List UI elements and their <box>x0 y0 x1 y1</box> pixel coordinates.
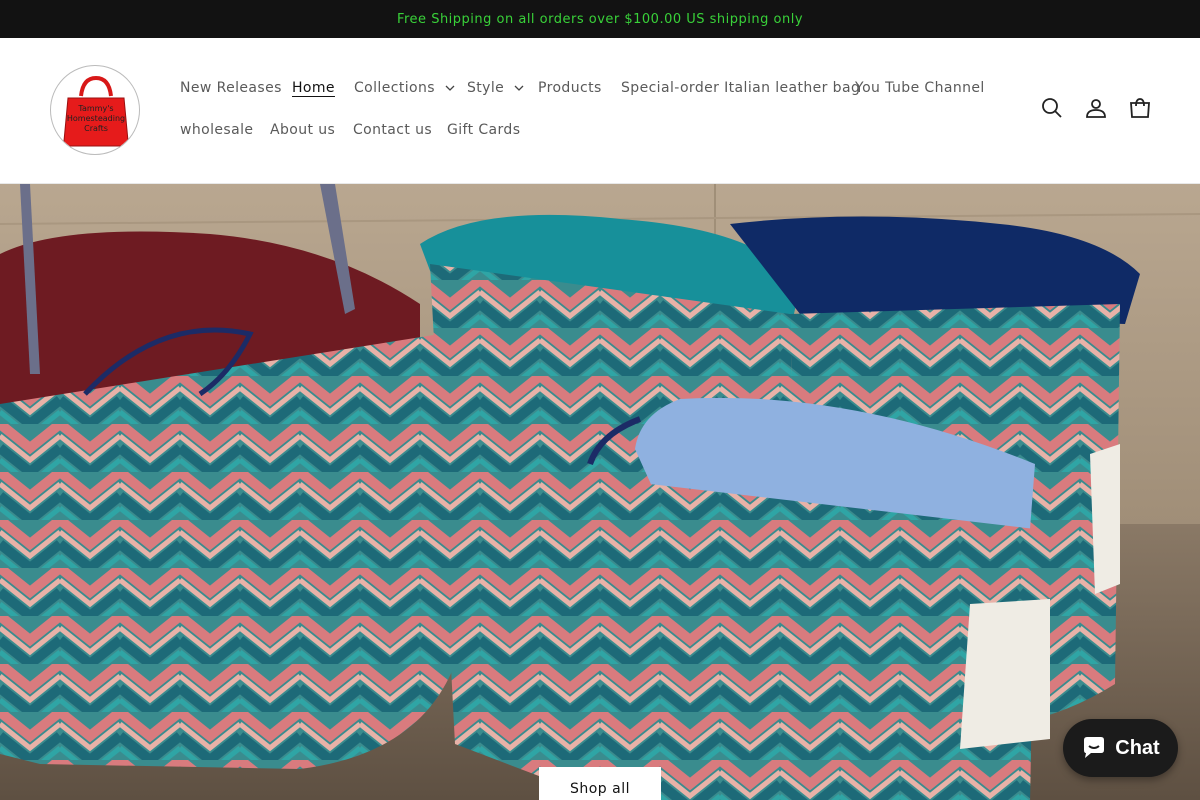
svg-text:Homesteading: Homesteading <box>67 114 125 123</box>
nav-youtube-channel[interactable]: You Tube Channel <box>855 80 985 96</box>
search-icon[interactable] <box>1040 96 1064 120</box>
chat-label: Chat <box>1115 736 1160 759</box>
nav-about-us[interactable]: About us <box>270 122 335 138</box>
store-logo[interactable]: Tammy's Homesteading Crafts <box>50 65 140 155</box>
nav-new-releases[interactable]: New Releases <box>180 80 282 96</box>
nav-style[interactable]: Style <box>467 80 524 96</box>
chevron-down-icon <box>445 83 455 93</box>
svg-text:Crafts: Crafts <box>84 124 108 133</box>
nav-italian-leather-bag[interactable]: Special-order Italian leather bag <box>621 80 860 96</box>
announcement-text: Free Shipping on all orders over $100.00… <box>396 11 804 27</box>
announcement-bar: Free Shipping on all orders over $100.00… <box>0 0 1200 38</box>
account-icon[interactable] <box>1084 96 1108 120</box>
chat-bubble-icon <box>1084 737 1105 758</box>
nav-contact-us[interactable]: Contact us <box>353 122 432 138</box>
nav-wholesale[interactable]: wholesale <box>180 122 253 138</box>
shop-all-button[interactable]: Shop all <box>539 767 661 800</box>
chevron-down-icon <box>514 83 524 93</box>
nav-home[interactable]: Home <box>292 80 335 96</box>
nav-collections[interactable]: Collections <box>354 80 455 96</box>
site-header: Tammy's Homesteading Crafts New Releases… <box>0 38 1200 184</box>
nav-products[interactable]: Products <box>538 80 602 96</box>
hero-image <box>0 184 1200 800</box>
svg-text:Tammy's: Tammy's <box>77 104 113 113</box>
hero-banner <box>0 184 1200 800</box>
cart-icon[interactable] <box>1128 96 1152 120</box>
chat-button[interactable]: Chat <box>1063 719 1178 777</box>
nav-gift-cards[interactable]: Gift Cards <box>447 122 520 138</box>
